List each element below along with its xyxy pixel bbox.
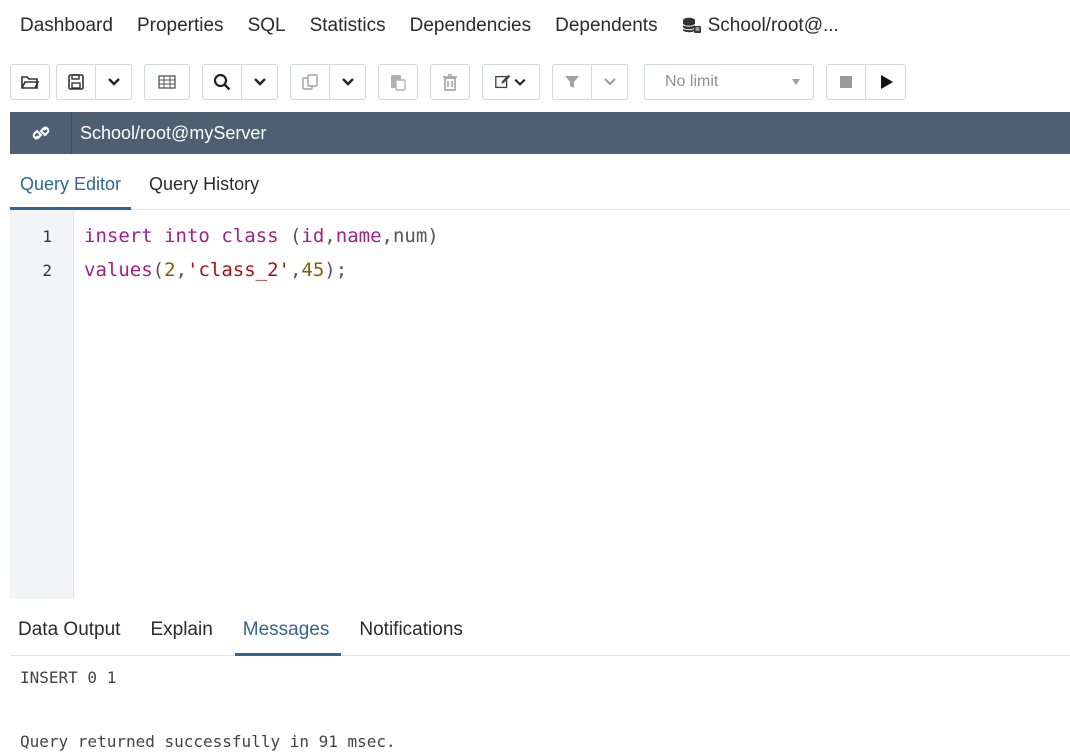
grid-button[interactable] (144, 64, 190, 100)
row-limit-value: No limit (665, 73, 719, 90)
results-tab-bar: Data Output Explain Messages Notificatio… (10, 606, 1070, 656)
top-tab-bar: Dashboard Properties SQL Statistics Depe… (0, 0, 1070, 52)
code-token: , (324, 225, 336, 247)
code-token: into (164, 225, 210, 247)
filter-dropdown-button[interactable] (592, 64, 628, 100)
tab-dependents[interactable]: Dependents (555, 15, 657, 37)
query-tab-bar: Query Editor Query History (10, 160, 1070, 210)
tab-dependencies[interactable]: Dependencies (410, 15, 531, 37)
tab-query-history[interactable]: Query History (139, 174, 269, 209)
code-token: ,num) (381, 225, 439, 247)
tab-explain[interactable]: Explain (142, 619, 224, 655)
filter-icon (565, 76, 579, 88)
tab-notifications[interactable]: Notifications (351, 619, 475, 655)
code-token: , (175, 259, 187, 281)
tab-dashboard[interactable]: Dashboard (20, 15, 113, 37)
connection-label: School/root@myServer (80, 122, 267, 143)
code-token: ); (324, 259, 348, 281)
code-token: , (289, 259, 302, 281)
open-file-button[interactable] (10, 64, 50, 100)
code-token: 'class_2' (187, 259, 290, 281)
code-token: ( (278, 225, 302, 247)
chevron-down-icon (253, 78, 266, 86)
grid-icon (158, 75, 176, 89)
connection-status-button[interactable] (10, 112, 72, 154)
find-dropdown-button[interactable] (242, 64, 278, 100)
line-number-gutter: 1 2 (10, 211, 74, 599)
chevron-down-icon (514, 78, 526, 86)
filter-button[interactable] (552, 64, 592, 100)
row-limit-select[interactable]: No limit (644, 64, 814, 100)
tab-query-tool-label: School/root@... (707, 15, 839, 36)
message-line: INSERT 0 1 (20, 668, 117, 687)
code-token: values (84, 259, 153, 281)
sql-editor[interactable]: 1 2 insert into class (id,name,num) valu… (10, 211, 1070, 599)
save-icon (68, 74, 84, 90)
query-toolbar: No limit (0, 58, 1070, 106)
edit-icon (495, 74, 511, 89)
code-token: 2 (164, 259, 176, 281)
cancel-query-button[interactable] (826, 64, 866, 100)
tab-statistics[interactable]: Statistics (310, 15, 386, 37)
code-token: name (335, 225, 382, 247)
chevron-down-icon (603, 78, 616, 86)
code-token: insert (84, 225, 153, 247)
execute-button[interactable] (866, 64, 906, 100)
code-token: 45 (301, 259, 325, 281)
tab-sql[interactable]: SQL (248, 15, 286, 37)
caret-down-icon (792, 79, 800, 85)
edit-button[interactable] (482, 64, 540, 100)
connection-bar: School/root@myServer (10, 112, 1070, 154)
stop-icon (840, 76, 852, 88)
save-button[interactable] (56, 64, 96, 100)
code-token: ( (152, 259, 165, 281)
chevron-down-icon (341, 78, 354, 86)
paste-button[interactable] (378, 64, 418, 100)
code-token: id (301, 225, 325, 247)
connection-icon (32, 126, 49, 140)
copy-dropdown-button[interactable] (330, 64, 366, 100)
tab-query-tool[interactable]: School/root@... (682, 15, 839, 37)
search-icon (213, 73, 231, 91)
save-dropdown-button[interactable] (96, 64, 132, 100)
database-icon (682, 17, 701, 33)
chevron-down-icon (107, 78, 120, 86)
open-folder-icon (21, 76, 40, 89)
copy-icon (302, 74, 318, 90)
code-token: class (221, 225, 279, 247)
delete-button[interactable] (430, 64, 470, 100)
paste-icon (391, 75, 406, 91)
code-line[interactable]: values(2,'class_2',45); (84, 259, 347, 281)
play-icon (880, 75, 893, 89)
message-line: Query returned successfully in 91 msec. (20, 732, 396, 751)
find-button[interactable] (202, 64, 242, 100)
delete-icon (443, 74, 457, 91)
tab-properties[interactable]: Properties (137, 15, 224, 37)
tab-data-output[interactable]: Data Output (10, 619, 132, 655)
copy-button[interactable] (290, 64, 330, 100)
tab-query-editor[interactable]: Query Editor (10, 174, 132, 210)
code-line[interactable]: insert into class (id,name,num) (84, 225, 439, 247)
line-number: 1 (42, 227, 52, 246)
tab-messages[interactable]: Messages (234, 619, 342, 656)
line-number: 2 (42, 261, 52, 280)
